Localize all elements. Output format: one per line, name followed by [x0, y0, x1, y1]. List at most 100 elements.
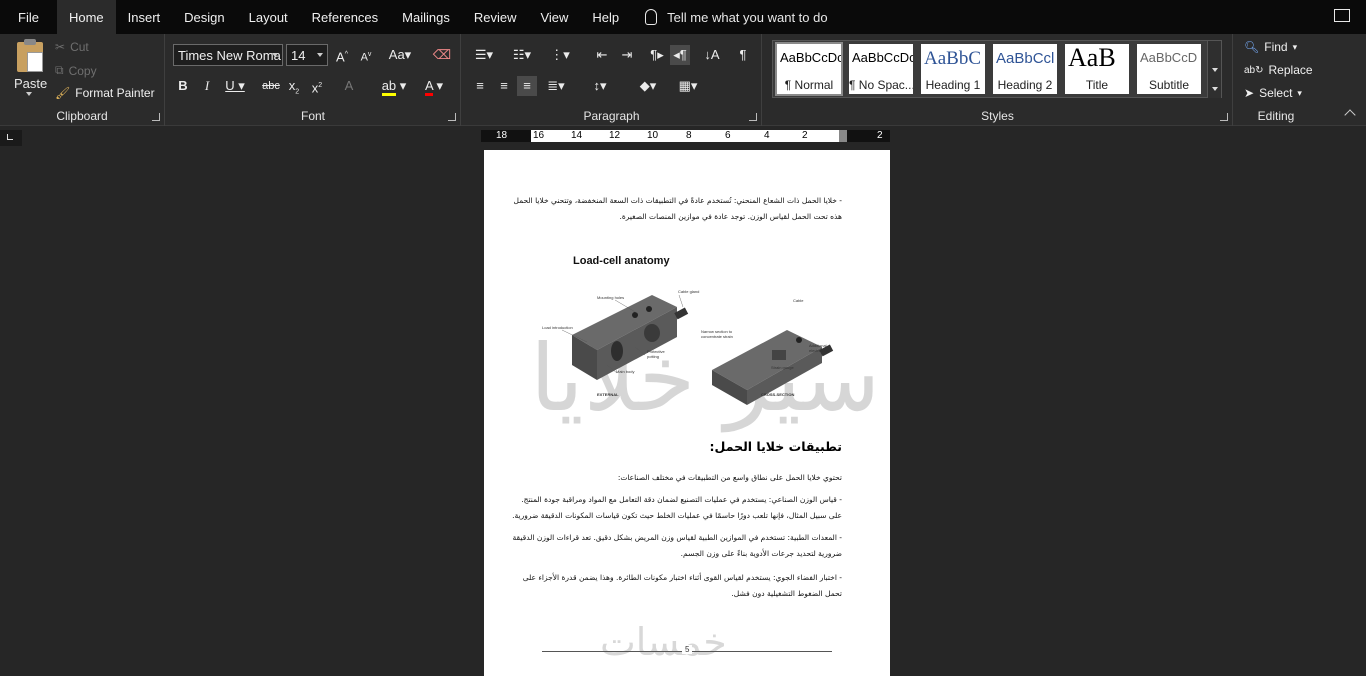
shrink-font-icon[interactable]: Av: [356, 45, 376, 65]
font-size-combobox[interactable]: 14: [286, 44, 328, 66]
indent-marker-icon[interactable]: [839, 130, 847, 142]
grow-font-icon[interactable]: A^: [332, 45, 352, 65]
format-painter-label: Format Painter: [75, 86, 155, 100]
bullets-icon[interactable]: ☰▾: [470, 45, 498, 65]
load-cell-figure: Load-cell anatomy Mounting holes Cable g…: [537, 255, 837, 405]
decrease-indent-icon[interactable]: ⇤: [592, 45, 612, 65]
page-number: 5: [682, 645, 693, 654]
sort-icon[interactable]: ↓A: [702, 45, 722, 65]
tab-view[interactable]: View: [528, 0, 580, 34]
cut-button[interactable]: ✂ Cut: [55, 40, 89, 54]
style-heading-2[interactable]: AaBbCcl Heading 2: [993, 44, 1057, 94]
strikethrough-icon[interactable]: abc: [259, 76, 283, 96]
replace-button[interactable]: ab↻ Replace: [1244, 63, 1313, 77]
collapse-ribbon-icon[interactable]: [1344, 109, 1356, 121]
paste-button[interactable]: Paste: [10, 39, 50, 102]
select-label: Select: [1259, 86, 1293, 100]
font-name-combobox[interactable]: Times New Roma: [173, 44, 283, 66]
style-name: Heading 1: [925, 78, 981, 92]
style-no-spacing[interactable]: AaBbCcDc ¶ No Spac...: [849, 44, 913, 94]
label-main-body: Main body: [616, 369, 635, 374]
label-load-introduction: Load introduction: [542, 325, 573, 330]
paragraph-launcher-icon[interactable]: [749, 113, 757, 121]
label-protective-potting: Protective potting: [647, 349, 665, 359]
change-case-icon[interactable]: Aa▾: [386, 45, 414, 65]
shading-icon[interactable]: ◆▾: [632, 76, 664, 96]
line-spacing-icon[interactable]: ↕▾: [586, 76, 614, 96]
clipboard-group-label: Clipboard: [56, 109, 108, 123]
style-subtitle[interactable]: AaBbCcD Subtitle: [1137, 44, 1201, 94]
tab-help[interactable]: Help: [580, 0, 631, 34]
replace-icon: ab↻: [1244, 64, 1264, 76]
rtl-direction-icon[interactable]: ◂¶: [670, 45, 690, 65]
styles-group-label: Styles: [981, 109, 1014, 123]
load-cell-illustration: [561, 294, 834, 405]
document-workspace[interactable]: 18 16 14 12 10 8 6 4 2 2 سيز خلايا - خلا…: [0, 127, 1366, 676]
find-button[interactable]: 🔍︎ Find ▾: [1244, 40, 1297, 54]
paragraph-text: - قياس الوزن الصناعي: يستخدم في عمليات ا…: [521, 495, 842, 504]
increase-indent-icon[interactable]: ⇥: [617, 45, 637, 65]
align-left-icon[interactable]: ≡: [470, 76, 490, 96]
cut-label: Cut: [70, 40, 89, 54]
font-group: Times New Roma 14 A^ Av Aa▾ ⌫ B I U ▾ ab…: [166, 34, 461, 126]
subscript-icon[interactable]: x2: [284, 76, 304, 96]
font-color-icon[interactable]: A ▾: [418, 76, 450, 96]
tab-layout[interactable]: Layout: [237, 0, 300, 34]
style-title[interactable]: AaB Title: [1065, 44, 1129, 94]
tab-home[interactable]: Home: [56, 0, 116, 34]
style-preview: AaBbCcD: [1140, 50, 1198, 65]
style-preview: AaBbCcDc: [780, 50, 841, 65]
ruler-number: 10: [647, 130, 659, 141]
tell-me-search[interactable]: Tell me what you want to do: [631, 9, 828, 25]
ltr-direction-icon[interactable]: ¶▸: [647, 45, 667, 65]
underline-icon[interactable]: U ▾: [221, 76, 249, 96]
gallery-more[interactable]: [1207, 79, 1221, 98]
copy-button[interactable]: ⧉ Copy: [55, 63, 97, 78]
style-normal[interactable]: AaBbCcDc ¶ Normal: [775, 42, 843, 96]
gallery-scroll-down[interactable]: [1207, 60, 1221, 79]
styles-launcher-icon[interactable]: [1220, 113, 1228, 121]
highlight-color-icon[interactable]: ab ▾: [378, 76, 410, 96]
tab-design[interactable]: Design: [172, 0, 236, 34]
footer-watermark-logo: خمسات: [600, 620, 727, 664]
styles-gallery: AaBbCcDc ¶ Normal AaBbCcDc ¶ No Spac... …: [772, 40, 1222, 98]
borders-icon[interactable]: ▦▾: [672, 76, 704, 96]
numbering-icon[interactable]: ☷▾: [508, 45, 536, 65]
align-center-icon[interactable]: ≡: [494, 76, 514, 96]
multilevel-list-icon[interactable]: ⋮▾: [546, 45, 574, 65]
ribbon: Paste ✂ Cut ⧉ Copy 🖌 Format Painter Clipboa…: [0, 34, 1366, 126]
style-preview: AaBbCcl: [996, 50, 1055, 67]
format-painter-button[interactable]: 🖌 Format Painter: [55, 86, 155, 100]
comments-icon[interactable]: [1334, 9, 1350, 22]
editing-group-label: Editing: [1257, 109, 1295, 123]
ribbon-tab-bar: File Home Insert Design Layout Reference…: [0, 0, 1366, 34]
font-launcher-icon[interactable]: [448, 113, 456, 121]
tab-review[interactable]: Review: [462, 0, 529, 34]
label-external: EXTERNAL: [597, 392, 619, 397]
clipboard-launcher-icon[interactable]: [152, 113, 160, 121]
tab-selector-icon[interactable]: [0, 130, 22, 146]
clear-formatting-icon[interactable]: ⌫: [432, 45, 452, 65]
replace-label: Replace: [1268, 63, 1313, 77]
text-effects-icon[interactable]: A: [339, 76, 359, 96]
style-heading-1[interactable]: AaBbC Heading 1: [921, 44, 985, 94]
tab-references[interactable]: References: [300, 0, 390, 34]
paragraph-group-label: Paragraph: [583, 109, 640, 123]
show-formatting-icon[interactable]: ¶: [733, 45, 753, 65]
chevron-down-icon: [272, 53, 278, 57]
tab-insert[interactable]: Insert: [116, 0, 173, 34]
horizontal-ruler[interactable]: 18 16 14 12 10 8 6 4 2 2: [481, 130, 890, 142]
style-name: Subtitle: [1148, 78, 1190, 92]
style-preview: AaBbCcDc: [852, 50, 913, 65]
tab-file[interactable]: File: [0, 0, 57, 34]
superscript-icon[interactable]: x2: [307, 76, 327, 96]
italic-icon[interactable]: I: [197, 76, 217, 96]
gallery-scroll-up[interactable]: [1207, 41, 1221, 60]
align-right-icon[interactable]: ≡: [517, 76, 537, 96]
justify-icon[interactable]: ≣▾: [542, 76, 570, 96]
copy-icon: ⧉: [55, 63, 64, 77]
document-page[interactable]: سيز خلايا - خلايا الحمل ذات الشعاع المنح…: [484, 150, 890, 676]
tab-mailings[interactable]: Mailings: [390, 0, 462, 34]
bold-icon[interactable]: B: [173, 76, 193, 96]
select-button[interactable]: ➤ Select ▾: [1244, 86, 1302, 100]
